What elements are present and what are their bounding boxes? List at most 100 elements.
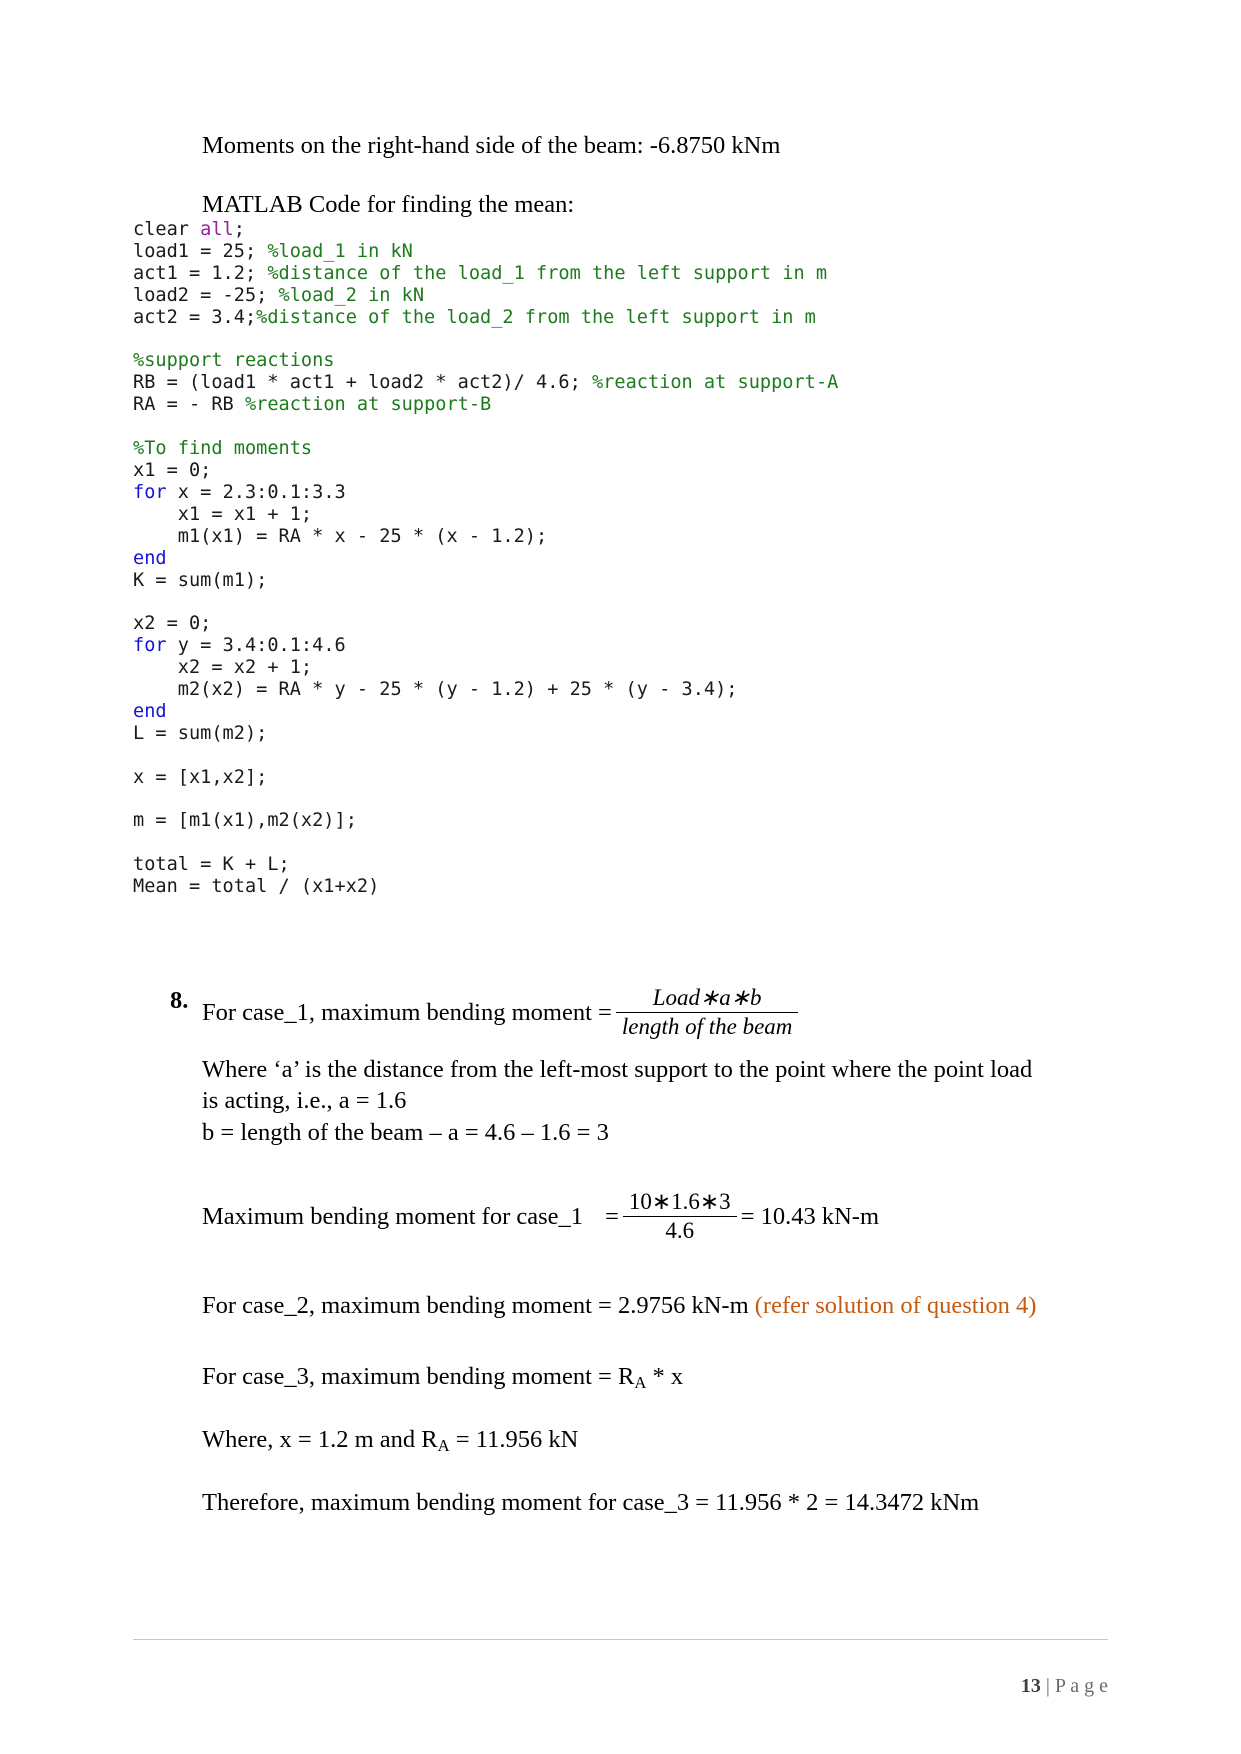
code-text: x = 2.3:0.1:3.3 xyxy=(166,481,346,503)
code-line: clear all; xyxy=(133,219,1133,241)
code-comment: %reaction at support-A xyxy=(591,372,839,394)
code-comment: %reaction at support-B xyxy=(244,394,492,416)
where-x-subscript: A xyxy=(437,1436,450,1456)
code-line: act2 = 3.4;%distance of the load_2 from … xyxy=(133,307,1133,329)
code-text: x1 = x1 + 1; xyxy=(133,503,313,525)
where-x-pre: Where, x = 1.2 m and R xyxy=(202,1426,438,1454)
code-text: m = [m1(x1),m2(x2)]; xyxy=(133,810,357,832)
formula-numerator: Load∗a∗b xyxy=(652,985,762,1010)
code-text: clear xyxy=(133,219,201,240)
max-bm-case1-label: Maximum bending moment for case_1 xyxy=(202,1202,584,1230)
code-line: L = sum(m2); xyxy=(133,723,1133,745)
code-text: x2 = x2 + 1; xyxy=(133,657,313,679)
code-line: m2(x2) = RA * y - 25 * (y - 1.2) + 25 * … xyxy=(133,679,1133,701)
question-8-lead-row: 8. For case_1, maximum bending moment = … xyxy=(170,985,1070,1519)
max-bm-case1-numerator: 10∗1.6∗3 xyxy=(628,1189,731,1215)
page-footer: 13 | P a g e xyxy=(1001,1652,1108,1721)
code-line: %support reactions xyxy=(133,350,1133,372)
case2-line: For case_2, maximum bending moment = 2.9… xyxy=(202,1290,1070,1322)
code-line: end xyxy=(133,548,1133,570)
code-text: x2 = 0; xyxy=(133,613,212,635)
code-line: x = [x1,x2]; xyxy=(133,767,1133,789)
max-bm-case1-denominator: 4.6 xyxy=(665,1217,695,1243)
where-a-line-2: is acting, i.e., a = 1.6 xyxy=(202,1087,407,1115)
code-keyword: for xyxy=(133,635,167,657)
code-text: m1(x1) = RA * x - 25 * (x - 1.2); xyxy=(133,525,548,547)
code-line: RB = (load1 * act1 + load2 * act2)/ 4.6;… xyxy=(133,372,1133,394)
case1-lead-text: For case_1, maximum bending moment = xyxy=(202,998,612,1026)
code-text: ; xyxy=(233,219,245,240)
max-bm-case1-equals: = xyxy=(605,1202,619,1230)
question-8-body: For case_1, maximum bending moment = Loa… xyxy=(202,985,1070,1519)
code-comment: %To find moments xyxy=(133,438,313,460)
matlab-code-heading: MATLAB Code for finding the mean: xyxy=(202,191,575,219)
code-line: m1(x1) = RA * x - 25 * (x - 1.2); xyxy=(133,526,1133,548)
code-text: RB = (load1 * act1 + load2 * act2)/ 4.6; xyxy=(133,372,592,394)
code-line: x1 = x1 + 1; xyxy=(133,504,1133,526)
code-text: y = 3.4:0.1:4.6 xyxy=(166,635,346,657)
code-comment: %distance of the load_2 from the left su… xyxy=(256,306,816,328)
code-keyword: for xyxy=(133,481,167,503)
code-line: %To find moments xyxy=(133,438,1133,460)
code-text: load1 = 25; xyxy=(133,240,268,262)
bending-moment-formula-fraction: Load∗a∗b length of the beam xyxy=(615,985,799,1040)
question-8-block: 8. For case_1, maximum bending moment = … xyxy=(170,985,1070,1519)
code-line: x1 = 0; xyxy=(133,460,1133,482)
question-8-number: 8. xyxy=(170,987,189,1014)
code-line: act1 = 1.2; %distance of the load_1 from… xyxy=(133,263,1133,285)
code-line: x2 = x2 + 1; xyxy=(133,657,1133,679)
code-line: for y = 3.4:0.1:4.6 xyxy=(133,635,1133,657)
footer-separator: | xyxy=(1040,1675,1055,1697)
code-text: x = [x1,x2]; xyxy=(133,766,268,788)
b-definition-line: b = length of the beam – a = 4.6 – 1.6 =… xyxy=(202,1119,609,1147)
formula-denominator: length of the beam xyxy=(621,1013,793,1039)
code-keyword: end xyxy=(133,547,167,569)
code-line: x2 = 0; xyxy=(133,613,1133,635)
code-text: Mean = total / (x1+x2) xyxy=(133,876,380,898)
code-comment: %distance of the load_1 from the left su… xyxy=(267,262,828,284)
where-a-line-1: Where ‘a’ is the distance from the left-… xyxy=(202,1055,1033,1083)
code-text: load2 = -25; xyxy=(133,284,279,306)
code-text: total = K + L; xyxy=(133,854,290,876)
max-bm-case1-line: Maximum bending moment for case_1 = 10∗1… xyxy=(202,1189,1070,1244)
code-comment: %load_1 in kN xyxy=(267,240,413,262)
code-comment: %load_2 in kN xyxy=(278,284,425,306)
code-line: RA = - RB %reaction at support-B xyxy=(133,394,1133,416)
code-keyword: all xyxy=(200,219,234,240)
code-line: K = sum(m1); xyxy=(133,570,1133,592)
code-text: L = sum(m2); xyxy=(133,722,268,744)
code-text: K = sum(m1); xyxy=(133,569,268,591)
where-x-line: Where, x = 1.2 m and RA = 11.956 kN xyxy=(202,1424,1070,1457)
case2-text: For case_2, maximum bending moment = 2.9… xyxy=(202,1291,749,1319)
code-text: x1 = 0; xyxy=(133,459,212,481)
footer-divider xyxy=(133,1639,1108,1640)
document-page: Moments on the right-hand side of the be… xyxy=(0,0,1241,1754)
case3-text-pre: For case_3, maximum bending moment = R xyxy=(202,1363,635,1391)
case3-subscript: A xyxy=(634,1373,647,1393)
moments-statement: Moments on the right-hand side of the be… xyxy=(202,132,781,159)
code-text: RA = - RB xyxy=(133,394,245,416)
code-line: Mean = total / (x1+x2) xyxy=(133,876,1133,898)
code-text: act1 = 1.2; xyxy=(133,262,268,284)
code-line: end xyxy=(133,701,1133,723)
case1-formula-line: For case_1, maximum bending moment = Loa… xyxy=(202,985,1070,1040)
where-x-post: = 11.956 kN xyxy=(449,1426,579,1454)
case2-reference-note: (refer solution of question 4) xyxy=(754,1291,1037,1319)
code-line: load2 = -25; %load_2 in kN xyxy=(133,285,1133,307)
matlab-code-block: clear all; load1 = 25; %load_1 in kN act1 … xyxy=(133,219,1133,898)
max-bm-case1-result: = 10.43 kN-m xyxy=(740,1202,880,1230)
code-text: m2(x2) = RA * y - 25 * (y - 1.2) + 25 * … xyxy=(133,679,738,701)
code-line: total = K + L; xyxy=(133,854,1133,876)
case3-text-post: * x xyxy=(646,1363,684,1391)
code-comment: %support reactions xyxy=(133,350,335,372)
max-bm-case1-fraction: 10∗1.6∗3 4.6 xyxy=(622,1189,737,1244)
code-text: act2 = 3.4; xyxy=(133,306,257,328)
therefore-line: Therefore, maximum bending moment for ca… xyxy=(202,1488,980,1516)
code-keyword: end xyxy=(133,700,167,722)
